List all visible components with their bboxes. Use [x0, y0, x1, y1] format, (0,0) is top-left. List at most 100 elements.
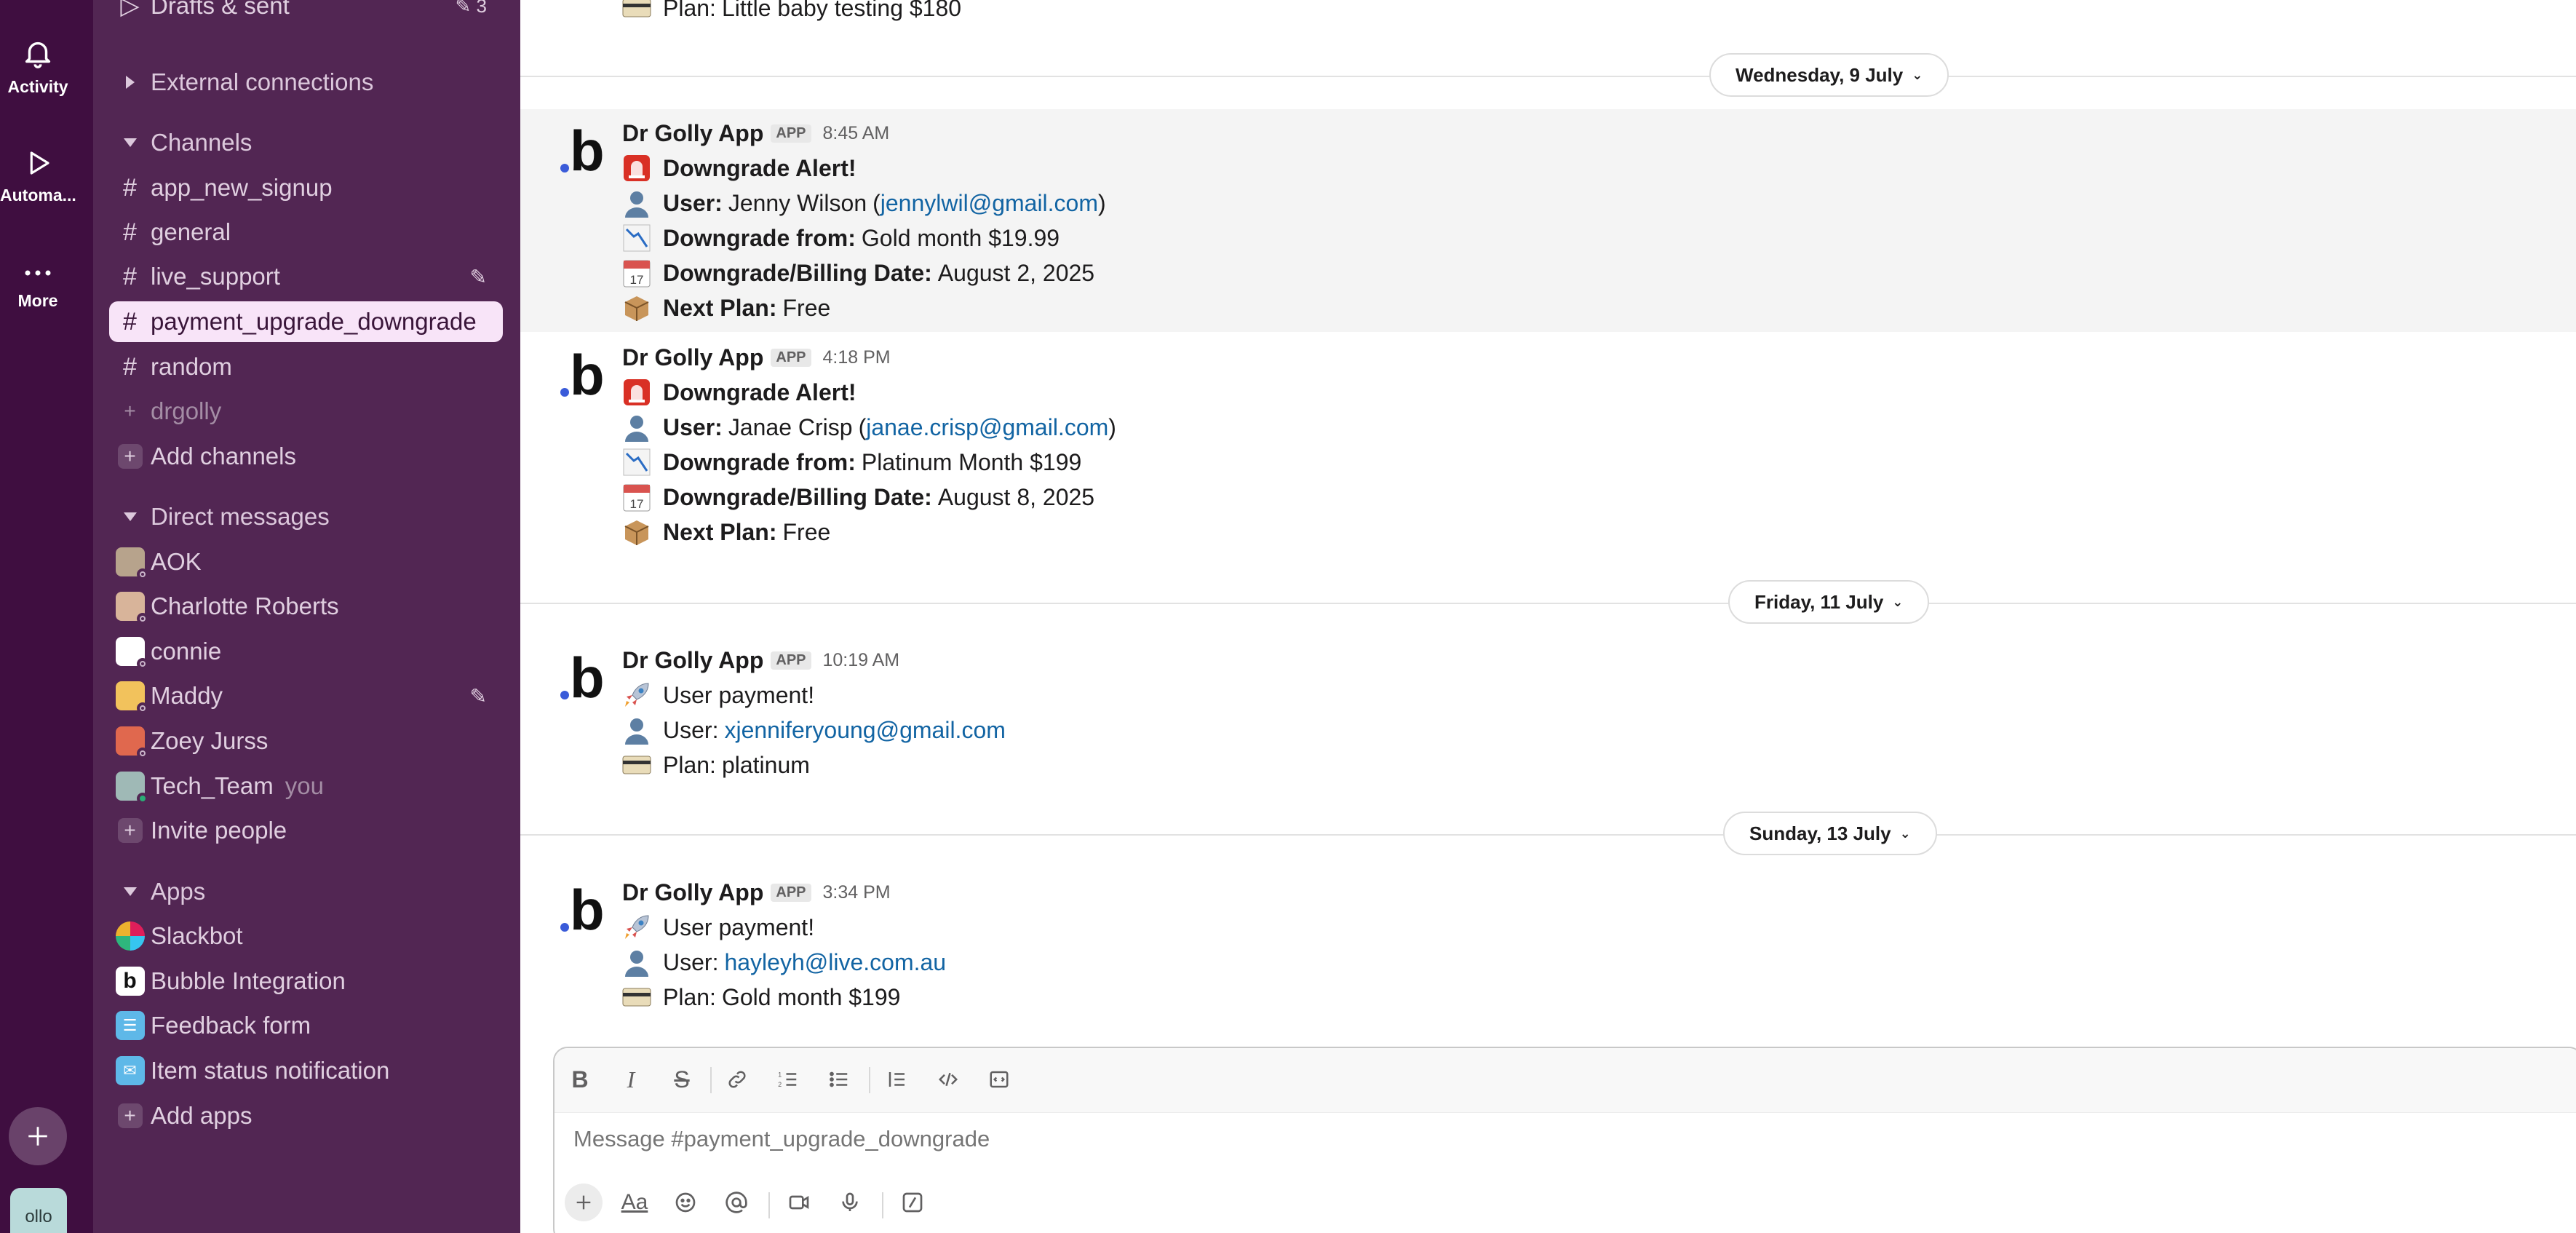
- message-timestamp[interactable]: 8:45 AM: [823, 123, 890, 144]
- user-email-link[interactable]: janae.crisp@gmail.com: [866, 414, 1108, 441]
- app-name: Item status notification: [151, 1057, 390, 1084]
- add-apps-button[interactable]: + Add apps: [109, 1095, 503, 1136]
- channels-header-label: Channels: [151, 129, 253, 156]
- user-email-link[interactable]: hayleyh@live.com.au: [724, 949, 946, 976]
- plan-value: Little baby testing $180: [721, 0, 962, 21]
- svg-text:b: b: [570, 119, 605, 178]
- app-badge: APP: [771, 651, 811, 670]
- avatar: [115, 681, 148, 714]
- sidebar-item-channel[interactable]: # random: [109, 346, 503, 387]
- link-icon[interactable]: [720, 1063, 754, 1096]
- plus-icon: +: [117, 818, 143, 843]
- message-header: Dr Golly App APP 3:34 PM: [622, 876, 891, 909]
- user-email-link[interactable]: jennylwil@gmail.com: [880, 190, 1098, 217]
- format-toggle-button[interactable]: Aa: [616, 1184, 653, 1221]
- plus-icon: +: [117, 444, 143, 469]
- svg-text:17: 17: [630, 273, 644, 287]
- rocket-icon: [622, 913, 654, 942]
- sidebar-item-channel[interactable]: # live_support ✎: [109, 256, 503, 297]
- channels-section-header[interactable]: Channels: [109, 122, 503, 163]
- rail-activity[interactable]: Activity: [0, 36, 76, 97]
- message-header: Dr Golly App APP 8:45 AM: [622, 116, 889, 150]
- sidebar-item-dm[interactable]: Maddy ✎: [109, 675, 503, 716]
- dm-name: connie: [151, 638, 222, 665]
- plus-icon: +: [124, 400, 136, 422]
- external-connections-section[interactable]: External connections: [109, 62, 503, 103]
- plus-icon: [28, 1127, 47, 1146]
- blockquote-icon[interactable]: [880, 1063, 914, 1096]
- sidebar-item-app[interactable]: b Bubble Integration: [109, 961, 503, 1002]
- attach-plus-button[interactable]: [565, 1184, 603, 1221]
- apps-section-header[interactable]: Apps: [109, 871, 503, 912]
- rail-more[interactable]: More: [0, 262, 76, 311]
- message[interactable]: b Dr Golly App APP 8:45 AM Downgrade Ale…: [520, 109, 2576, 332]
- message[interactable]: b Dr Golly App APP 10:19 AM User payment…: [520, 636, 2576, 782]
- day-divider-button[interactable]: Sunday, 13 July ⌄: [1723, 812, 1937, 855]
- message[interactable]: b Dr Golly App APP 3:34 PM User payment!…: [520, 868, 2576, 1014]
- sender-name[interactable]: Dr Golly App: [622, 344, 763, 371]
- sidebar-item-app[interactable]: ☰ Feedback form: [109, 1005, 503, 1046]
- hash-icon: #: [123, 262, 137, 290]
- code-block-icon[interactable]: [982, 1063, 1016, 1096]
- user-email-link[interactable]: xjenniferyoung@gmail.com: [724, 717, 1005, 744]
- calendar-icon: 17: [622, 258, 654, 288]
- rail-automations[interactable]: Automa...: [0, 148, 76, 205]
- hash-icon: #: [123, 307, 137, 336]
- sidebar-item-dm[interactable]: AOK: [109, 542, 503, 582]
- app-badge: APP: [771, 348, 811, 367]
- emoji-icon[interactable]: [667, 1184, 704, 1221]
- workspace-avatar[interactable]: ollo: [10, 1188, 67, 1233]
- message[interactable]: b Dr Golly App APP 4:18 PM Downgrade Ale…: [520, 333, 2576, 556]
- sidebar-item-channel[interactable]: # general: [109, 212, 503, 253]
- message-timestamp[interactable]: 4:18 PM: [823, 347, 891, 368]
- invite-people-label: Invite people: [151, 817, 287, 844]
- bold-icon[interactable]: B: [563, 1063, 597, 1096]
- sender-name[interactable]: Dr Golly App: [622, 120, 763, 147]
- day-divider-button[interactable]: Wednesday, 9 July ⌄: [1709, 53, 1949, 97]
- invite-people-button[interactable]: + Invite people: [109, 810, 503, 851]
- sidebar-item-dm[interactable]: connie: [109, 631, 503, 672]
- add-channels-button[interactable]: + Add channels: [109, 436, 503, 477]
- create-new-button[interactable]: [9, 1107, 67, 1165]
- sidebar-item-channel[interactable]: # app_new_signup: [109, 167, 503, 208]
- message-line: Next Plan: Free: [622, 291, 830, 325]
- sidebar-item-drafts[interactable]: ▷ Drafts & sent ✎ 3: [109, 0, 503, 26]
- strikethrough-icon[interactable]: S: [665, 1063, 699, 1096]
- user-label: User:: [663, 189, 723, 216]
- avatar: [115, 772, 148, 804]
- mention-icon[interactable]: [717, 1184, 755, 1221]
- bulleted-list-icon[interactable]: [822, 1063, 856, 1096]
- message-line: User: xjenniferyoung@gmail.com: [622, 713, 1006, 747]
- external-connections-label: External connections: [151, 68, 374, 95]
- sidebar-item-channel-active[interactable]: # payment_upgrade_downgrade: [109, 301, 503, 342]
- svg-text:17: 17: [630, 497, 644, 511]
- hash-icon: #: [123, 218, 137, 246]
- sidebar-item-app[interactable]: ✉ Item status notification: [109, 1050, 503, 1091]
- drafts-count: ✎ 3: [455, 0, 487, 17]
- ordered-list-icon[interactable]: 12: [771, 1063, 805, 1096]
- italic-icon[interactable]: I: [614, 1063, 648, 1096]
- microphone-icon[interactable]: [831, 1184, 869, 1221]
- hash-icon: #: [123, 173, 137, 202]
- next-plan-label: Next Plan:: [663, 294, 777, 321]
- sidebar-item-dm[interactable]: Zoey Jurss: [109, 721, 503, 761]
- message-input[interactable]: [572, 1125, 1885, 1153]
- sidebar-item-dm-self[interactable]: Tech_Team you: [109, 766, 503, 806]
- message-timestamp[interactable]: 10:19 AM: [823, 650, 900, 671]
- sender-name[interactable]: Dr Golly App: [622, 647, 763, 674]
- app-badge: APP: [771, 124, 811, 143]
- code-icon[interactable]: [931, 1063, 965, 1096]
- sender-name[interactable]: Dr Golly App: [622, 879, 763, 906]
- sidebar-item-channel[interactable]: + drgolly: [109, 391, 503, 432]
- message-timestamp[interactable]: 3:34 PM: [823, 882, 891, 903]
- message-line: Downgrade from: Platinum Month $199: [622, 445, 1081, 479]
- direct-messages-section-header[interactable]: Direct messages: [109, 496, 503, 537]
- day-divider-button[interactable]: Friday, 11 July ⌄: [1728, 580, 1930, 624]
- video-clip-icon[interactable]: [780, 1184, 818, 1221]
- sidebar-item-dm[interactable]: Charlotte Roberts: [109, 586, 503, 627]
- sidebar-item-app[interactable]: Slackbot: [109, 916, 503, 956]
- user-silhouette-icon: [622, 715, 654, 745]
- workspace-avatar-text: ollo: [25, 1207, 52, 1226]
- slash-command-icon[interactable]: [894, 1184, 931, 1221]
- user-name: Janae Crisp: [728, 413, 853, 440]
